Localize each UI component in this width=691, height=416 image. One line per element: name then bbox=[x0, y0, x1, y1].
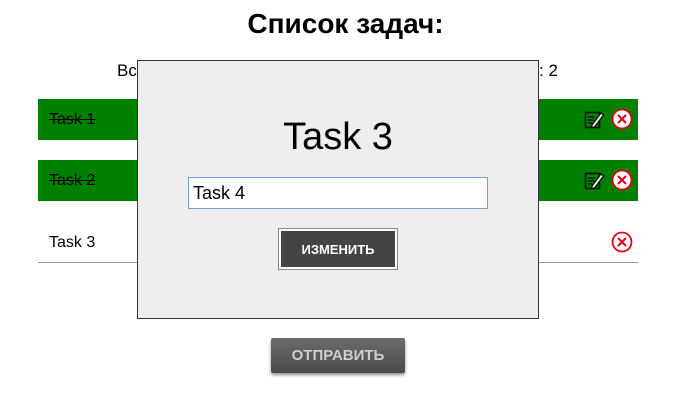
submit-button[interactable]: ОТПРАВИТЬ bbox=[271, 338, 405, 373]
task-name-input[interactable] bbox=[188, 177, 488, 209]
edit-icon[interactable] bbox=[583, 169, 605, 191]
page-title: Список задач: bbox=[247, 8, 444, 39]
summary-left-text: Вс bbox=[117, 61, 137, 80]
edit-task-modal: Task 3 ИЗМЕНИТЬ bbox=[137, 60, 539, 319]
summary-right-text: : 2 bbox=[539, 61, 558, 80]
delete-icon[interactable] bbox=[611, 108, 633, 130]
task-text: Task 3 bbox=[49, 234, 96, 251]
delete-icon[interactable] bbox=[611, 169, 633, 191]
edit-icon[interactable] bbox=[583, 108, 605, 130]
delete-icon[interactable] bbox=[611, 231, 633, 253]
task-text: Task 1 bbox=[49, 111, 96, 128]
update-button[interactable]: ИЗМЕНИТЬ bbox=[278, 228, 398, 270]
modal-title: Task 3 bbox=[283, 116, 393, 158]
task-text: Task 2 bbox=[49, 172, 96, 189]
